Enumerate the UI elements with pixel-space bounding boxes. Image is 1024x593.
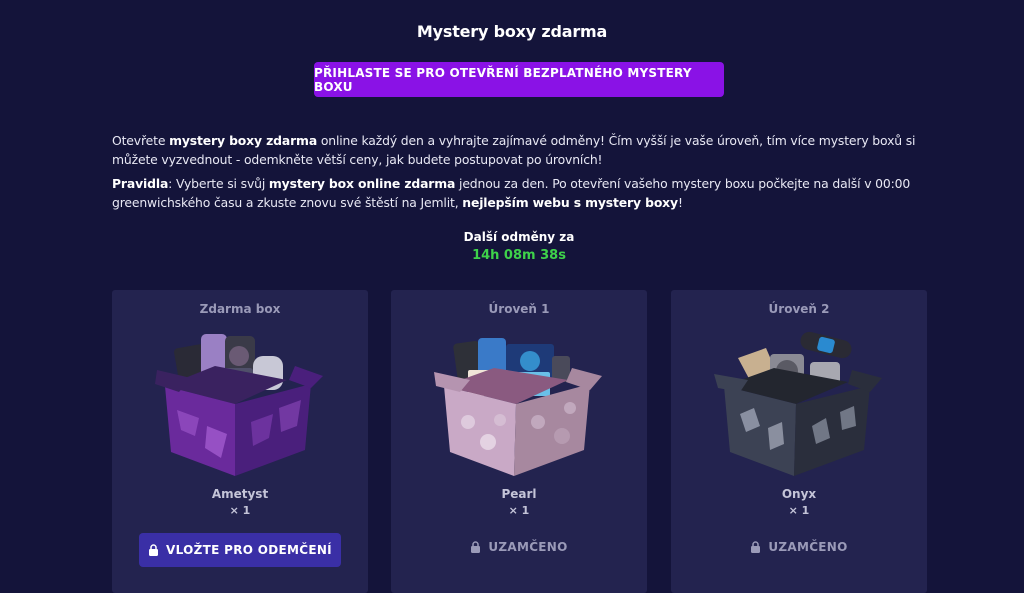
countdown-timer: 14h 08m 38s bbox=[472, 248, 566, 263]
description-paragraph-intro: Otevřete mystery boxy zdarma online každ… bbox=[112, 131, 927, 169]
card-box-name: Ametyst bbox=[211, 487, 269, 501]
rules-text-2: : Vyberte si svůj bbox=[168, 176, 269, 191]
locked-status: UZAMČENO bbox=[671, 540, 927, 554]
next-rewards-label: Další odměny za bbox=[463, 230, 575, 244]
rules-text-1: Pravidla bbox=[112, 176, 169, 191]
lock-icon bbox=[751, 541, 761, 553]
pearl-box-image bbox=[434, 338, 602, 476]
card-level: Úroveň 2 bbox=[768, 302, 830, 316]
ametyst-box-image bbox=[155, 334, 323, 476]
card-quantity: × 1 bbox=[788, 504, 810, 517]
deposit-button-label: VLOŽTE PRO ODEMČENÍ bbox=[166, 543, 332, 557]
login-to-open-button[interactable]: PŘIHLASTE SE PRO OTEVŘENÍ BEZPLATNÉHO MY… bbox=[314, 62, 724, 97]
description-paragraph-rules: Pravidla: Vyberte si svůj mystery box on… bbox=[112, 174, 927, 212]
box-card-pearl: Úroveň 1 Pearl × 1 UZAMČENO bbox=[391, 290, 647, 593]
card-box-name: Pearl bbox=[501, 487, 537, 501]
lock-icon bbox=[149, 544, 159, 556]
page-title: Mystery boxy zdarma bbox=[416, 22, 608, 41]
locked-status: UZAMČENO bbox=[391, 540, 647, 554]
locked-label: UZAMČENO bbox=[768, 540, 848, 554]
card-level: Zdarma box bbox=[199, 302, 281, 316]
box-card-onyx: Úroveň 2 Onyx × 1 UZAMČENO bbox=[671, 290, 927, 593]
rules-text-6: ! bbox=[677, 195, 683, 210]
locked-label: UZAMČENO bbox=[488, 540, 568, 554]
lock-icon bbox=[471, 541, 481, 553]
page: Mystery boxy zdarma PŘIHLASTE SE PRO OTE… bbox=[0, 0, 1024, 593]
intro-text-1: Otevřete bbox=[112, 133, 170, 148]
rules-text-5: nejlepším webu s mystery boxy bbox=[462, 195, 678, 210]
description: Otevřete mystery boxy zdarma online každ… bbox=[112, 131, 927, 212]
card-quantity: × 1 bbox=[229, 504, 251, 517]
card-quantity: × 1 bbox=[508, 504, 530, 517]
card-box-name: Onyx bbox=[781, 487, 817, 501]
deposit-to-unlock-button[interactable]: VLOŽTE PRO ODEMČENÍ bbox=[139, 533, 341, 567]
box-card-ametyst: Zdarma box Ametyst × 1 VLOŽTE PRO ODEMČE… bbox=[112, 290, 368, 593]
rules-text-3: mystery box online zdarma bbox=[268, 176, 456, 191]
onyx-box-image bbox=[714, 331, 882, 476]
intro-text-2: mystery boxy zdarma bbox=[169, 133, 318, 148]
card-level: Úroveň 1 bbox=[488, 302, 550, 316]
